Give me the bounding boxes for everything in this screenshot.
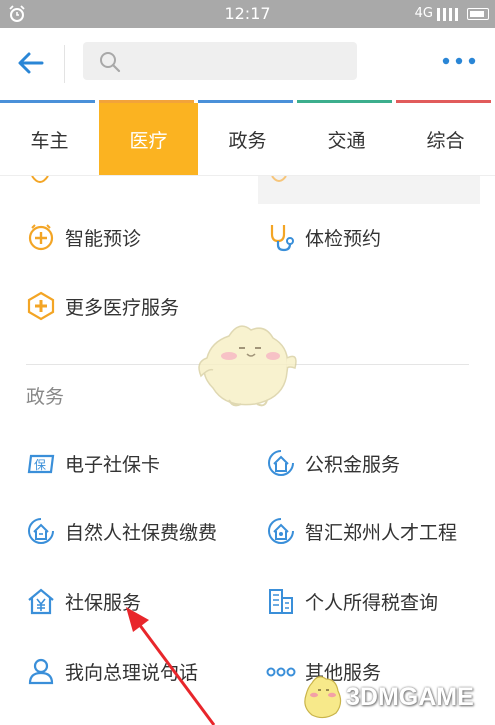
- person-icon: [28, 658, 54, 685]
- network-type: 4G: [414, 6, 433, 21]
- service-message-to-premier[interactable]: 我向总理说句话: [26, 651, 198, 691]
- watermark: 3DMGAME: [300, 672, 474, 722]
- partial-service-tile[interactable]: [258, 176, 480, 204]
- service-label: 自然人社保费缴费: [65, 521, 218, 544]
- service-more-medical[interactable]: 更多医疗服务: [26, 286, 179, 326]
- watermark-text: 3DMGAME: [346, 682, 474, 711]
- three-dots-icon: [266, 667, 296, 677]
- battery-icon: [467, 8, 489, 20]
- back-arrow-icon[interactable]: [14, 46, 48, 80]
- house-yuan-icon: [28, 588, 54, 615]
- service-social-fee-payment[interactable]: 自然人社保费缴费: [26, 511, 217, 551]
- medical-cross-icon: [27, 291, 55, 321]
- header-divider: [64, 45, 65, 83]
- service-label: 电子社保卡: [65, 453, 161, 476]
- tab-medical[interactable]: 医疗: [99, 103, 198, 175]
- service-label: 社保服务: [65, 591, 142, 614]
- clock-cross-icon: [28, 224, 54, 251]
- service-smart-prediagnosis[interactable]: 智能预诊: [26, 217, 141, 257]
- tax-building-icon: [269, 589, 293, 614]
- social-security-card-icon: 保: [27, 454, 55, 474]
- service-zhihui-zhengzhou-talent[interactable]: 智汇郑州人才工程: [266, 511, 457, 551]
- tab-car-owner[interactable]: 车主: [0, 103, 99, 175]
- service-social-security[interactable]: 社保服务: [26, 581, 141, 621]
- more-options-icon[interactable]: [441, 56, 477, 66]
- tab-general[interactable]: 综合: [396, 103, 495, 175]
- talent-project-icon: [268, 518, 294, 544]
- status-bar: 12:17 4G: [0, 0, 495, 28]
- housing-fund-icon: [268, 450, 294, 476]
- search-icon: [100, 52, 121, 73]
- service-label: 更多医疗服务: [65, 296, 180, 319]
- service-label: 我向总理说句话: [65, 661, 199, 684]
- service-label: 智能预诊: [65, 227, 142, 250]
- service-label: 公积金服务: [305, 453, 401, 476]
- mascot-illustration: [198, 325, 297, 407]
- service-label: 体检预约: [305, 227, 382, 250]
- signal-icon: [437, 8, 458, 21]
- watermark-mascot-icon: [304, 676, 342, 719]
- stethoscope-icon: [270, 225, 294, 252]
- search-header: [0, 28, 495, 100]
- search-input[interactable]: [83, 42, 357, 80]
- service-personal-income-tax[interactable]: 个人所得税查询: [266, 581, 438, 621]
- svg-text:保: 保: [34, 458, 46, 472]
- social-fee-icon: [28, 518, 54, 544]
- tab-government[interactable]: 政务: [198, 103, 297, 175]
- tab-traffic[interactable]: 交通: [297, 103, 396, 175]
- service-housing-fund[interactable]: 公积金服务: [266, 443, 400, 483]
- service-e-social-security-card[interactable]: 保 电子社保卡: [26, 443, 160, 483]
- service-label: 智汇郑州人才工程: [305, 521, 458, 544]
- section-title-government: 政务: [26, 386, 65, 408]
- category-tabs: 车主 医疗 政务 交通 综合: [0, 103, 495, 175]
- partial-service-icon-2: [271, 176, 287, 182]
- service-checkup-booking[interactable]: 体检预约: [266, 217, 381, 257]
- partial-service-icon: [31, 176, 49, 183]
- service-label: 个人所得税查询: [305, 591, 439, 614]
